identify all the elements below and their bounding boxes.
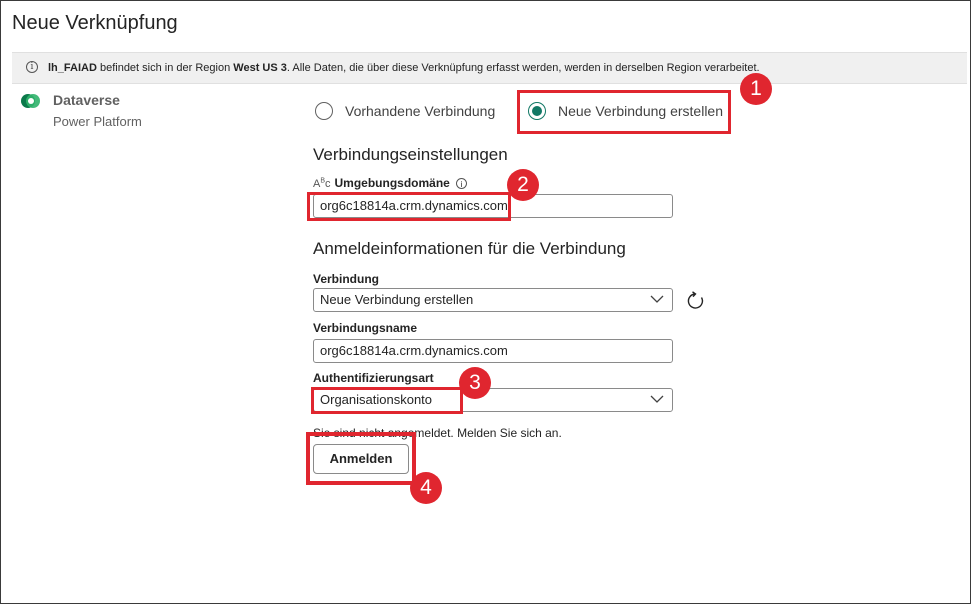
connector-name: Dataverse <box>53 92 120 108</box>
connection-name-label: Verbindungsname <box>313 321 418 335</box>
radio-circle[interactable] <box>315 102 333 120</box>
info-text-1: befindet sich in der Region <box>96 62 234 74</box>
info-message: lh_FAIAD befindet sich in der Region Wes… <box>48 62 760 74</box>
environment-domain-label-row: ABc Umgebungsdomäne i <box>313 176 467 190</box>
radio-existing-label: Vorhandene Verbindung <box>345 103 496 119</box>
connection-settings-heading: Verbindungseinstellungen <box>313 145 508 164</box>
lakehouse-name: lh_FAIAD <box>48 62 97 74</box>
highlight-box-1 <box>517 90 731 134</box>
region-name: West US 3 <box>233 62 287 74</box>
connection-name-input[interactable]: org6c18814a.crm.dynamics.com <box>313 339 673 363</box>
highlight-box-4 <box>306 432 416 485</box>
info-text-2: . Alle Daten, die über diese Verknüpfung… <box>286 62 760 74</box>
refresh-icon[interactable] <box>686 291 706 311</box>
connection-dropdown-value: Neue Verbindung erstellen <box>320 292 474 307</box>
dialog-title: Neue Verknüpfung <box>12 12 178 34</box>
info-icon: i <box>26 61 38 73</box>
highlight-box-3 <box>311 387 463 414</box>
connection-dropdown[interactable]: Neue Verbindung erstellen <box>313 288 673 312</box>
dataverse-logo-icon <box>21 94 40 108</box>
chevron-down-icon <box>650 395 664 403</box>
environment-domain-label: Umgebungsdomäne <box>334 176 450 190</box>
auth-kind-label: Authentifizierungsart <box>313 371 434 385</box>
connector-subtitle: Power Platform <box>53 114 142 129</box>
annotation-badge-2: 2 <box>507 169 539 201</box>
chevron-down-icon <box>650 295 664 303</box>
credentials-heading: Anmeldeinformationen für die Verbindung <box>313 239 626 258</box>
annotation-badge-4: 4 <box>410 472 442 504</box>
annotation-badge-1: 1 <box>740 73 772 105</box>
annotation-badge-3: 3 <box>459 367 491 399</box>
text-field-icon: ABc <box>313 177 331 190</box>
connection-label: Verbindung <box>313 272 379 286</box>
highlight-box-2 <box>307 192 511 221</box>
radio-existing-connection[interactable]: Vorhandene Verbindung <box>315 102 495 120</box>
info-icon: i <box>455 178 467 189</box>
info-banner: i lh_FAIAD befindet sich in der Region W… <box>12 52 967 84</box>
